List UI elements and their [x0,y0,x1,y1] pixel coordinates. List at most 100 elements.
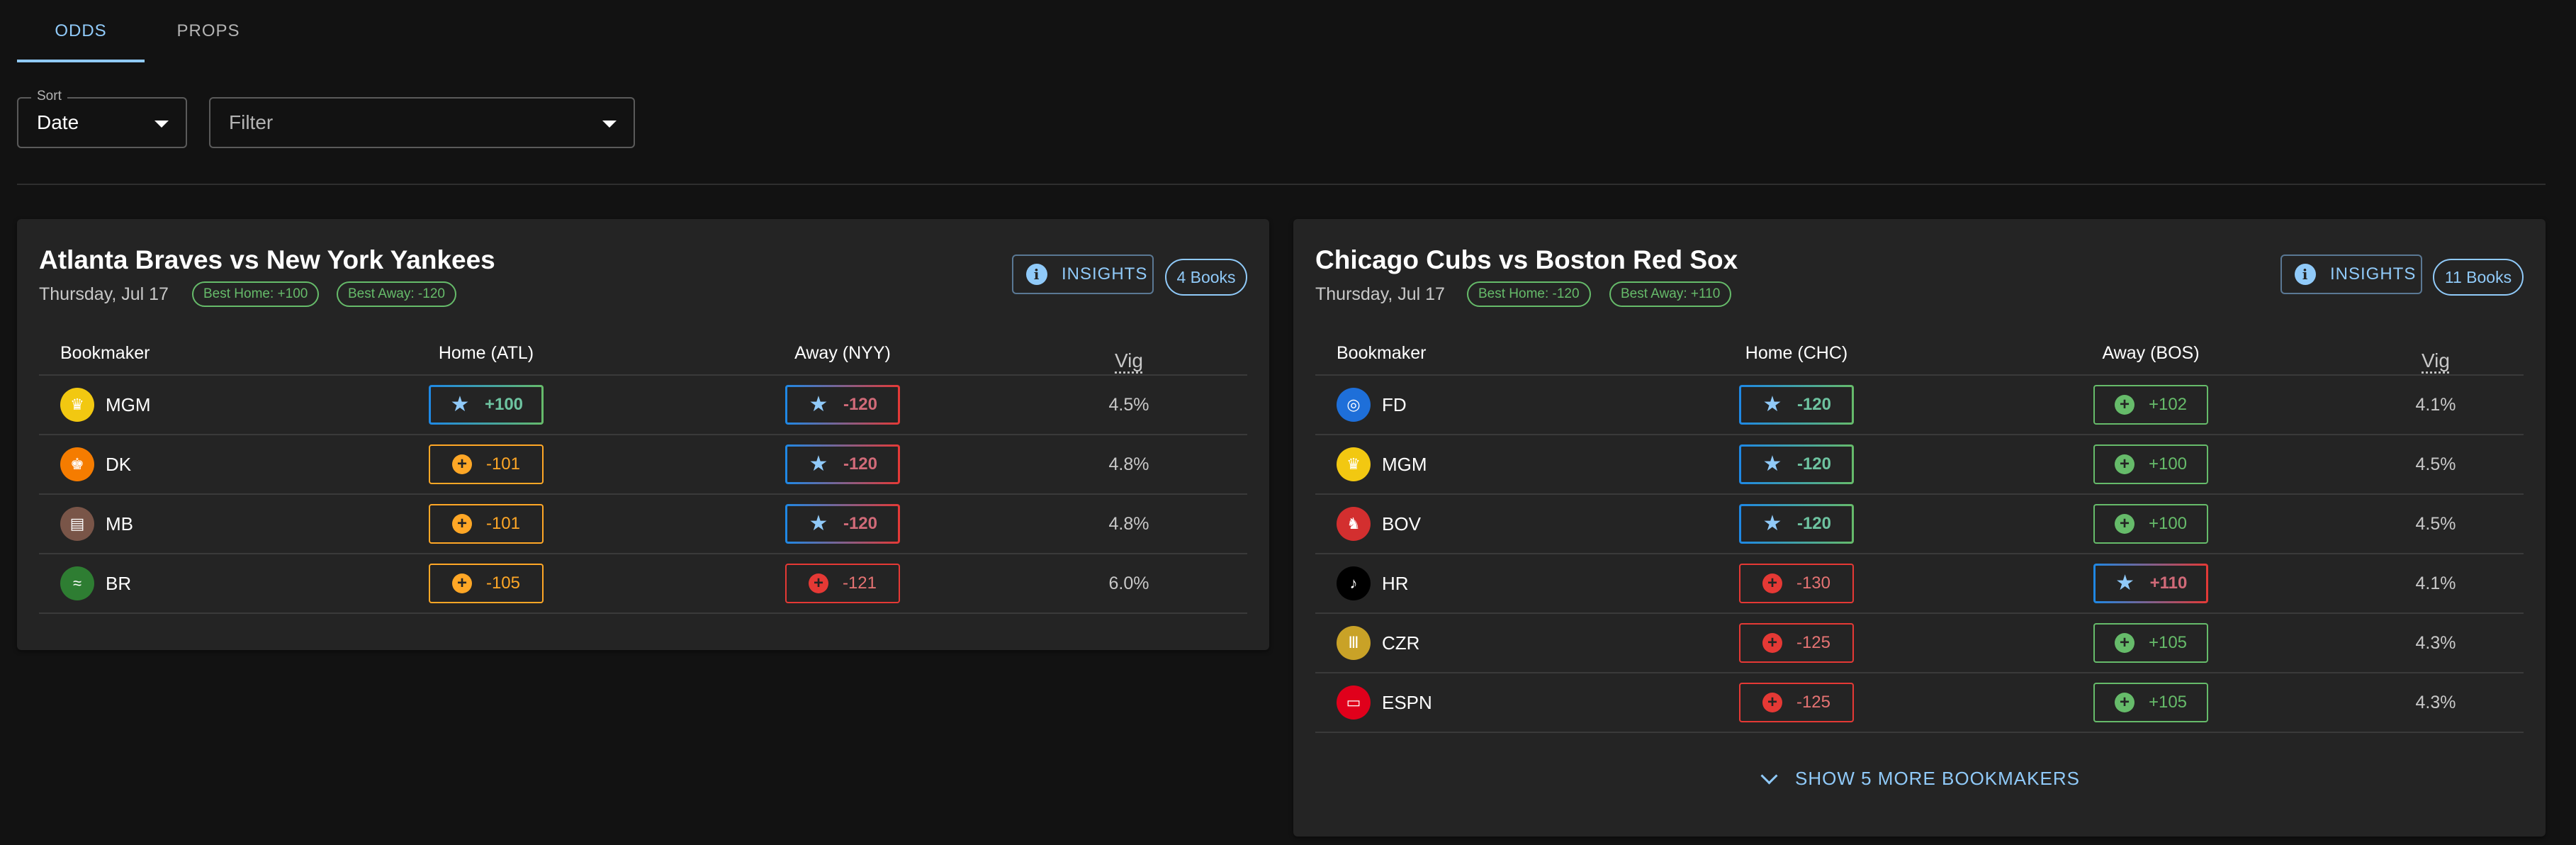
book-icon: ▤ [60,507,94,541]
away-odds-button[interactable]: ★ +110 [2093,564,2208,603]
bookmaker-name: MB [106,513,133,535]
bookmaker-name: DK [106,453,132,475]
sort-label: Sort [31,89,67,104]
header-bookmaker: Bookmaker [1337,343,1427,363]
insights-label: INSIGHTS [1062,264,1148,284]
vig-value: 4.5% [1108,395,1149,415]
header-away: Away (NYY) [794,343,891,363]
vig-value: 4.5% [2415,454,2456,474]
sort-value: Date [37,111,79,133]
home-odds-button[interactable]: + -101 [429,444,544,484]
game-date: Thursday, Jul 17 [39,284,169,304]
odds-value: +100 [2148,454,2188,474]
vig-value: 4.1% [2415,573,2456,593]
bookmaker-name: CZR [1382,632,1420,654]
header-home: Home (CHC) [1745,343,1848,363]
vig-value: 4.8% [1108,514,1149,534]
home-odds-button[interactable]: ★ +100 [429,385,544,425]
away-odds-button[interactable]: ★ -120 [785,385,900,425]
plus-circle-icon: + [451,514,472,534]
odds-value: -120 [843,454,878,474]
table-header: Bookmaker Home (CHC) Away (BOS) Vig [1315,332,2524,376]
star-icon: ★ [809,512,828,535]
odds-value: +105 [2148,693,2188,712]
info-icon: i [2295,264,2316,285]
bookmaker-cell: ◎ FD [1337,376,1407,434]
odds-value: +102 [2148,395,2188,414]
bookmaker-cell: ♛ MGM [1337,435,1427,493]
chevron-down-icon [602,121,617,128]
odds-value: -125 [1796,633,1831,652]
table-row: ◎ FD ★ -120 + +102 4.1% [1315,376,2524,435]
insights-label: INSIGHTS [2330,264,2417,284]
game-title: Chicago Cubs vs Boston Red Sox [1315,245,1738,274]
home-odds-button[interactable]: ★ -120 [1739,504,1854,544]
show-more-button[interactable]: SHOW 5 MORE BOOKMAKERS [1760,761,2080,796]
odds-value: +100 [484,395,524,414]
odds-value: -120 [843,514,878,533]
header-bookmaker: Bookmaker [60,343,150,363]
sort-select[interactable]: Sort Date [17,89,187,148]
table-row: ♞ BOV ★ -120 + +100 4.5% [1315,495,2524,554]
home-odds-button[interactable]: ★ -120 [1739,444,1854,484]
odds-value: -101 [485,454,521,474]
vig-value: 4.5% [2415,514,2456,534]
divider [17,184,2546,185]
away-odds-button[interactable]: + +100 [2093,444,2208,484]
game-date: Thursday, Jul 17 [1315,284,1445,304]
table-row: ♚ DK + -101 ★ -120 4.8% [39,435,1247,495]
books-count-chip[interactable]: 4 Books [1165,259,1247,296]
best-home-chip: Best Home: -120 [1467,281,1591,307]
away-odds-button[interactable]: + +105 [2093,623,2208,663]
plus-circle-icon: + [1762,633,1782,653]
away-odds-button[interactable]: ★ -120 [785,504,900,544]
bookmaker-cell: ▤ MB [60,495,133,553]
away-odds-button[interactable]: + +102 [2093,385,2208,425]
odds-value: +105 [2148,633,2188,652]
odds-value: -125 [1796,693,1831,712]
home-odds-button[interactable]: + -101 [429,504,544,544]
away-odds-button[interactable]: + +100 [2093,504,2208,544]
filter-select[interactable]: Filter [209,97,635,148]
bookmaker-name: MGM [1382,453,1427,475]
insights-button[interactable]: i INSIGHTS [1012,254,1154,294]
table-row: ≈ BR + -105 + -121 6.0% [39,554,1247,614]
bookmaker-name: MGM [106,393,151,415]
plus-circle-icon: + [2114,633,2135,653]
odds-value: -120 [1796,454,1832,474]
best-away-chip: Best Away: +110 [1609,281,1732,307]
star-icon: ★ [1762,452,1782,476]
bookmaker-name: ESPN [1382,691,1432,713]
bookmaker-cell: ▭ ESPN [1337,673,1432,732]
home-odds-button[interactable]: + -130 [1739,564,1854,603]
bookmaker-name: BR [106,572,132,594]
plus-circle-icon: + [451,454,472,474]
best-home-chip: Best Home: +100 [192,281,320,307]
wave-icon: ≈ [60,566,94,600]
away-odds-button[interactable]: + -121 [785,564,900,603]
vig-value: 6.0% [1108,573,1149,593]
star-icon: ★ [2115,571,2135,595]
home-odds-button[interactable]: ★ -120 [1739,385,1854,425]
plus-circle-icon: + [2114,514,2135,534]
plus-circle-icon: + [808,573,828,593]
bookmaker-name: BOV [1382,513,1421,535]
best-away-chip: Best Away: -120 [337,281,456,307]
trophy-icon: ♚ [60,447,94,481]
away-odds-button[interactable]: + +105 [2093,683,2208,722]
show-more-label: SHOW 5 MORE BOOKMAKERS [1795,767,2080,789]
away-odds-button[interactable]: ★ -120 [785,444,900,484]
home-odds-button[interactable]: + -125 [1739,683,1854,722]
tab-props[interactable]: PROPS [145,0,272,62]
plus-circle-icon: + [2114,395,2135,415]
chevron-down-icon [154,121,169,128]
header-away: Away (BOS) [2102,343,2200,363]
crown-icon: ♛ [1337,447,1371,481]
books-count-chip[interactable]: 11 Books [2433,259,2524,296]
odds-value: +110 [2149,573,2188,593]
tab-odds[interactable]: ODDS [17,0,145,62]
vig-value: 4.3% [2415,693,2456,712]
home-odds-button[interactable]: + -125 [1739,623,1854,663]
insights-button[interactable]: i INSIGHTS [2280,254,2422,294]
home-odds-button[interactable]: + -105 [429,564,544,603]
